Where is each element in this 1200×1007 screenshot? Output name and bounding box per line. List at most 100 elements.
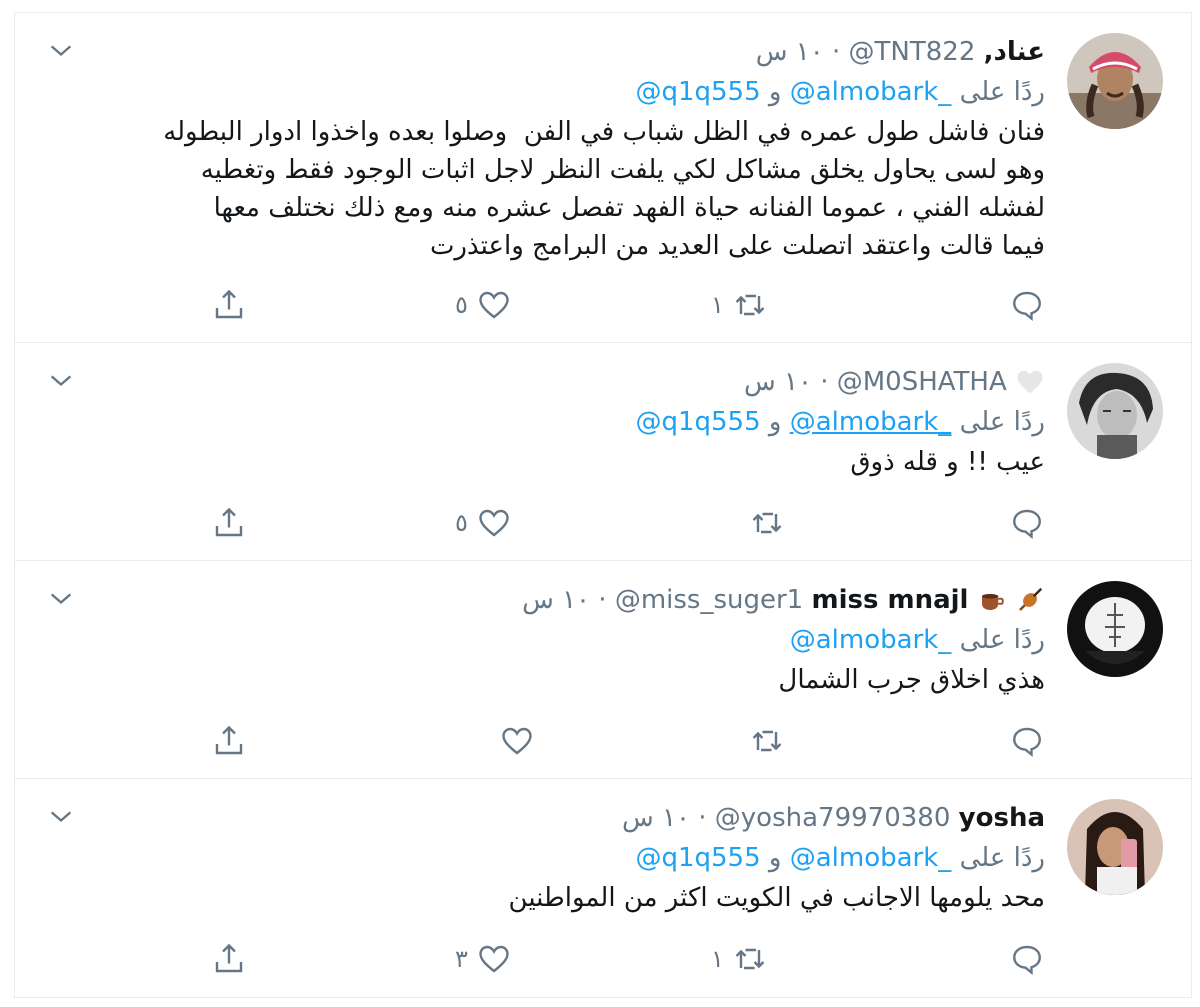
speech-bubble-icon	[1013, 509, 1041, 539]
tweet-header: @M0SHATHA · ١٠ س	[85, 363, 1045, 401]
reply-context: ردًا على @almobark_ و @q1q555	[85, 401, 1045, 443]
tweet-content: @M0SHATHA · ١٠ س ردًا على @almobark_ و @…	[85, 363, 1045, 481]
display-name[interactable]: yosha	[959, 803, 1045, 833]
tweet-actions	[15, 721, 1191, 761]
speech-bubble-icon	[1013, 727, 1041, 757]
tweet-3[interactable]: miss mnajl @miss_suger1 · ١٠ س ردًا على …	[15, 561, 1191, 779]
tweet-text: محد يلومها الاجانب في الكويت اكثر من الم…	[508, 883, 1045, 913]
user-handle[interactable]: @M0SHATHA	[837, 367, 1007, 397]
share-icon	[215, 943, 243, 973]
tweet-2[interactable]: @M0SHATHA · ١٠ س ردًا على @almobark_ و @…	[15, 343, 1191, 561]
tweet-actions: ١ ٥	[15, 285, 1191, 325]
tweet-text: عيب !! و قله ذوق	[850, 447, 1045, 477]
timestamp[interactable]: ١٠ س	[744, 367, 812, 397]
speech-bubble-icon	[1013, 945, 1041, 975]
tweet-content: عناد, @TNT822 · ١٠ س ردًا على @almobark_…	[85, 33, 1045, 265]
avatar[interactable]	[1067, 799, 1163, 895]
tweet-header: miss mnajl @miss_suger1 · ١٠ س	[85, 581, 1045, 619]
chevron-down-icon[interactable]	[47, 803, 75, 831]
tweet-1[interactable]: عناد, @TNT822 · ١٠ س ردًا على @almobark_…	[15, 13, 1191, 343]
retweet-icon	[752, 730, 782, 752]
mention-link[interactable]: @almobark_	[790, 407, 952, 437]
user-handle[interactable]: @yosha79970380	[715, 803, 951, 833]
like-button[interactable]	[491, 721, 535, 761]
heart-icon	[502, 727, 532, 755]
like-button[interactable]: ٥	[455, 285, 512, 325]
heart-icon	[479, 945, 509, 973]
violin-emoji-icon	[1015, 582, 1045, 620]
reply-conjunction: و	[768, 77, 782, 107]
separator-dot: ·	[820, 367, 829, 397]
reply-prefix: ردًا على	[959, 843, 1045, 873]
retweet-icon	[735, 948, 765, 970]
avatar[interactable]	[1067, 363, 1163, 459]
tweet-feed: عناد, @TNT822 · ١٠ س ردًا على @almobark_…	[14, 12, 1192, 998]
avatar[interactable]	[1067, 33, 1163, 129]
speech-bubble-icon	[1013, 291, 1041, 321]
display-name[interactable]: عناد,	[984, 37, 1045, 67]
retweet-icon	[735, 294, 765, 316]
retweet-button[interactable]: ١	[711, 285, 768, 325]
tweet-header: yosha @yosha79970380 · ١٠ س	[85, 799, 1045, 837]
reply-context: ردًا على @almobark_ و @q1q555	[85, 71, 1045, 113]
retweet-count: ١	[711, 945, 724, 973]
retweet-button[interactable]	[741, 503, 785, 543]
tweet-content: yosha @yosha79970380 · ١٠ س ردًا على @al…	[85, 799, 1045, 917]
retweet-button[interactable]	[741, 721, 785, 761]
separator-dot: ·	[598, 585, 607, 615]
tweet-header: عناد, @TNT822 · ١٠ س	[85, 33, 1045, 71]
like-count: ٥	[455, 291, 468, 319]
mention-link[interactable]: @q1q555	[635, 407, 760, 437]
share-button[interactable]	[211, 721, 247, 761]
tweet-4[interactable]: yosha @yosha79970380 · ١٠ س ردًا على @al…	[15, 779, 1191, 997]
reply-prefix: ردًا على	[959, 77, 1045, 107]
chevron-down-icon[interactable]	[47, 585, 75, 613]
reply-button[interactable]	[1009, 503, 1045, 543]
reply-conjunction: و	[768, 843, 782, 873]
avatar[interactable]	[1067, 581, 1163, 677]
reply-button[interactable]	[1009, 939, 1045, 979]
like-button[interactable]: ٥	[455, 503, 512, 543]
reply-button[interactable]	[1009, 285, 1045, 325]
share-icon	[215, 725, 243, 755]
chevron-down-icon[interactable]	[47, 37, 75, 65]
retweet-count: ١	[711, 291, 724, 319]
user-handle[interactable]: @TNT822	[849, 37, 976, 67]
like-count: ٣	[455, 945, 468, 973]
coffee-emoji-icon	[977, 582, 1007, 620]
share-button[interactable]	[211, 285, 247, 325]
share-icon	[215, 507, 243, 537]
timestamp[interactable]: ١٠ س	[756, 37, 824, 67]
mention-link[interactable]: @almobark_	[790, 77, 952, 107]
timestamp[interactable]: ١٠ س	[622, 803, 690, 833]
retweet-button[interactable]: ١	[711, 939, 768, 979]
retweet-icon	[752, 512, 782, 534]
tweet-actions: ٥	[15, 503, 1191, 543]
heart-emoji-icon	[1015, 364, 1045, 402]
like-button[interactable]: ٣	[455, 939, 512, 979]
reply-prefix: ردًا على	[959, 625, 1045, 655]
display-name[interactable]: miss mnajl	[811, 585, 968, 615]
separator-dot: ·	[698, 803, 707, 833]
reply-context: ردًا على @almobark_	[85, 619, 1045, 661]
mention-link[interactable]: @almobark_	[790, 625, 952, 655]
heart-icon	[479, 509, 509, 537]
mention-link[interactable]: @q1q555	[635, 77, 760, 107]
heart-icon	[479, 291, 509, 319]
tweet-text: فنان فاشل طول عمره في الظل شباب في الفن …	[163, 117, 1045, 261]
reply-button[interactable]	[1009, 721, 1045, 761]
separator-dot: ·	[832, 37, 841, 67]
share-button[interactable]	[211, 939, 247, 979]
share-icon	[215, 289, 243, 319]
user-handle[interactable]: @miss_suger1	[615, 585, 803, 615]
tweet-text: هذي اخلاق جرب الشمال	[778, 665, 1045, 695]
chevron-down-icon[interactable]	[47, 367, 75, 395]
tweet-content: miss mnajl @miss_suger1 · ١٠ س ردًا على …	[85, 581, 1045, 699]
reply-context: ردًا على @almobark_ و @q1q555	[85, 837, 1045, 879]
timestamp[interactable]: ١٠ س	[522, 585, 590, 615]
share-button[interactable]	[211, 503, 247, 543]
mention-link[interactable]: @q1q555	[635, 843, 760, 873]
mention-link[interactable]: @almobark_	[790, 843, 952, 873]
tweet-actions: ١ ٣	[15, 939, 1191, 979]
reply-conjunction: و	[768, 407, 782, 437]
